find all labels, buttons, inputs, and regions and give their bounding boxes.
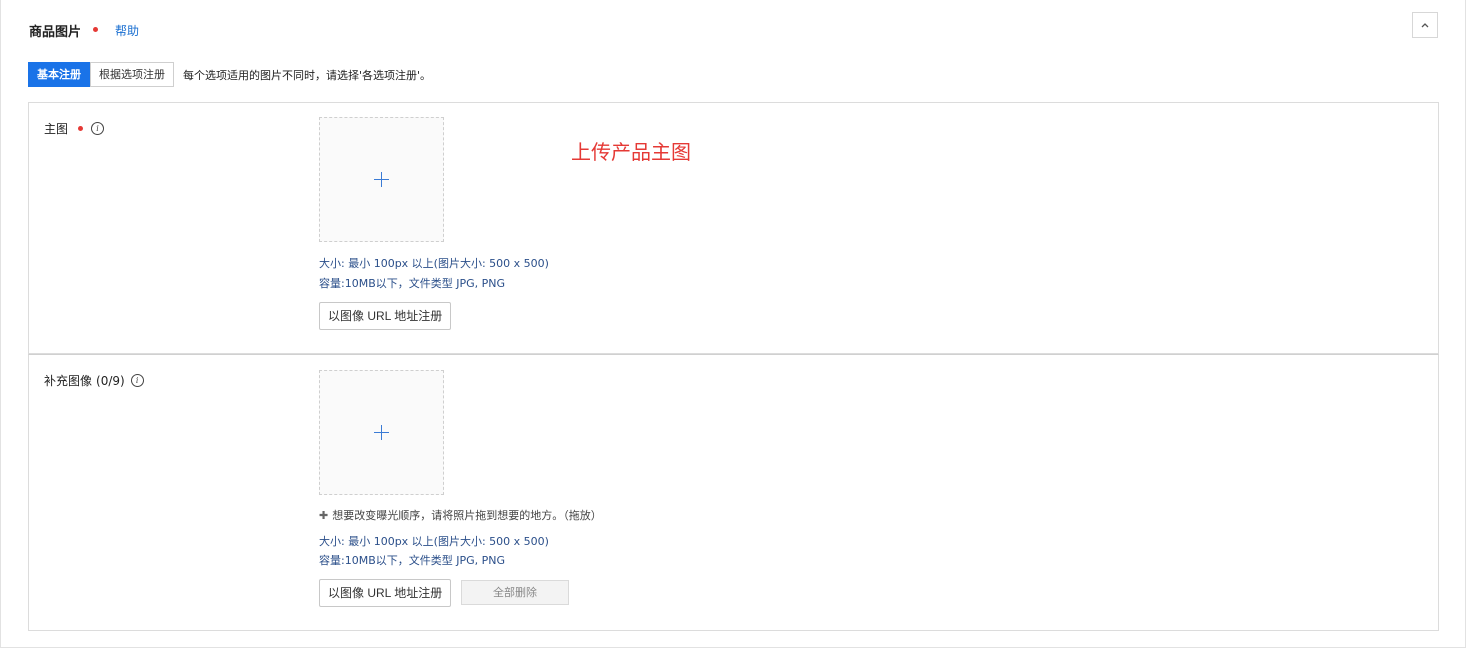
product-image-panel: 商品图片 帮助 基本注册 根据选项注册 每个选项适用的图片不同时，请选择'各选项… <box>0 0 1466 648</box>
tab-option-register[interactable]: 根据选项注册 <box>90 62 174 87</box>
plus-icon <box>374 425 389 440</box>
registration-tabs: 基本注册 根据选项注册 <box>28 62 174 87</box>
plus-icon <box>374 172 389 187</box>
tab-hint-text: 每个选项适用的图片不同时，请选择'各选项注册'。 <box>183 69 432 82</box>
extra-images-size-note: 大小: 最小 100px 以上(图片大小: 500 x 500) <box>319 535 549 548</box>
main-image-size-note: 大小: 最小 100px 以上(图片大小: 500 x 500) <box>319 257 549 270</box>
required-dot-icon <box>93 27 98 32</box>
main-image-label-row: 主图 i <box>44 120 105 137</box>
main-image-url-register-button[interactable]: 以图像 URL 地址注册 <box>319 302 452 330</box>
main-image-section: 主图 i 大小: 最小 100px 以上(图片大小: 500 x 500) 容量… <box>28 102 1439 354</box>
scrollbar[interactable] <box>1466 0 1478 654</box>
extra-images-label: 补充图像 <box>44 374 93 388</box>
required-dot-icon <box>78 126 84 131</box>
extra-images-label-row: 补充图像 (0/9) i <box>44 372 144 389</box>
info-icon[interactable]: i <box>130 374 144 387</box>
drag-reorder-note: 想要改变曝光顺序，请将照片拖到想要的地方。（拖放） <box>332 509 602 522</box>
main-image-capacity-note: 容量:10MB以下，文件类型 JPG, PNG <box>319 277 506 290</box>
collapse-button[interactable] <box>1412 12 1438 38</box>
extra-images-section: 补充图像 (0/9) i ✚ 想要改变曝光顺序，请将照片拖到想要的地方。（拖放）… <box>28 354 1439 631</box>
extra-image-upload-box[interactable] <box>319 370 444 495</box>
delete-all-button[interactable]: 全部删除 <box>461 580 569 605</box>
extra-images-count: (0/9) <box>96 373 125 388</box>
main-image-label: 主图 <box>44 122 69 136</box>
tab-basic-register[interactable]: 基本注册 <box>28 62 90 87</box>
help-link[interactable]: 帮助 <box>115 22 139 39</box>
section-title: 商品图片 <box>29 25 82 40</box>
info-icon[interactable]: i <box>91 122 105 135</box>
drag-reorder-note-row: ✚ 想要改变曝光顺序，请将照片拖到想要的地方。（拖放） <box>319 507 602 523</box>
upload-main-image-annotation: 上传产品主图 <box>571 140 691 164</box>
extra-images-capacity-note: 容量:10MB以下，文件类型 JPG, PNG <box>319 554 506 567</box>
chevron-up-icon <box>1421 23 1429 28</box>
move-icon: ✚ <box>319 508 329 522</box>
main-image-upload-box[interactable] <box>319 117 444 242</box>
extra-images-url-register-button[interactable]: 以图像 URL 地址注册 <box>319 579 452 607</box>
